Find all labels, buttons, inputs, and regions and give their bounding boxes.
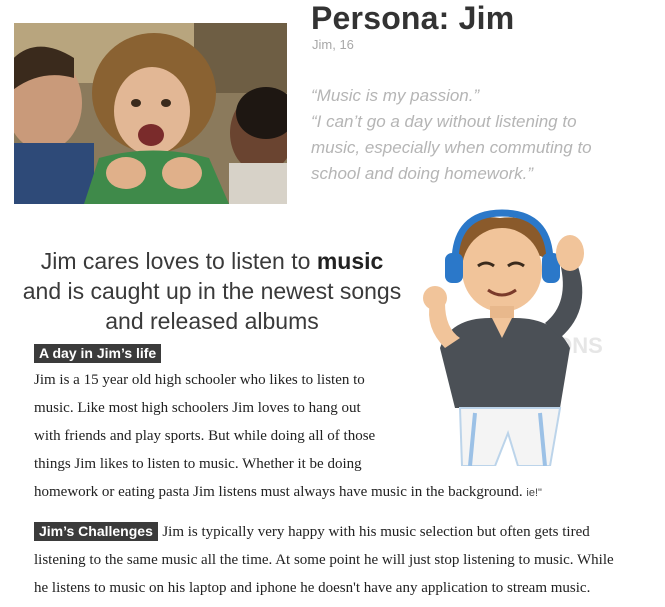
persona-photo-image [14,23,287,204]
day-text-line: homework or eating pasta Jim listens mus… [34,484,523,500]
challenges-text-line: Jim is typically very happy with his mus… [162,524,590,540]
day-trailing-text: ie!" [526,487,542,499]
headline-text-end: and is caught up in the newest songs and… [22,278,402,334]
persona-headline: Jim cares loves to listen to music and i… [22,246,402,336]
persona-subtitle: Jim, 16 [312,37,354,52]
headline-bold: music [316,248,384,274]
day-text-line: Jim is a 15 year old high schooler who l… [34,372,365,388]
day-section-label-wrap: A day in Jim’s life [34,344,162,363]
day-text-line: things Jim likes to listen to music. Whe… [34,456,362,472]
challenges-label: Jim’s Challenges [34,522,158,541]
challenges-text-line: listening to the same music all the time… [34,552,614,568]
challenges-text-line: he listens to music on his laptop and ip… [34,580,591,596]
page-title: Persona: Jim [311,0,515,36]
quote-line: school and doing homework.” [311,164,534,183]
cartoon-image: TOONS [423,209,603,467]
day-section-label: A day in Jim’s life [34,344,162,363]
persona-photo [14,23,287,204]
cartoon-illustration: TOONS [400,208,665,467]
quote-line: “Music is my passion.” [311,86,480,105]
quote-line: music, especially when commuting to [311,138,592,157]
challenges-first-line: Jim’s Challenges Jim is typically very h… [34,522,590,541]
day-text-line: music. Like most high schoolers Jim love… [34,400,361,416]
quote-line: “I can’t go a day without listening to [311,112,577,131]
day-text-line-last: homework or eating pasta Jim listens mus… [34,484,542,501]
headline-text-start: Jim cares loves to listen to [40,248,317,274]
day-text-line: with friends and play sports. But while … [34,428,376,444]
